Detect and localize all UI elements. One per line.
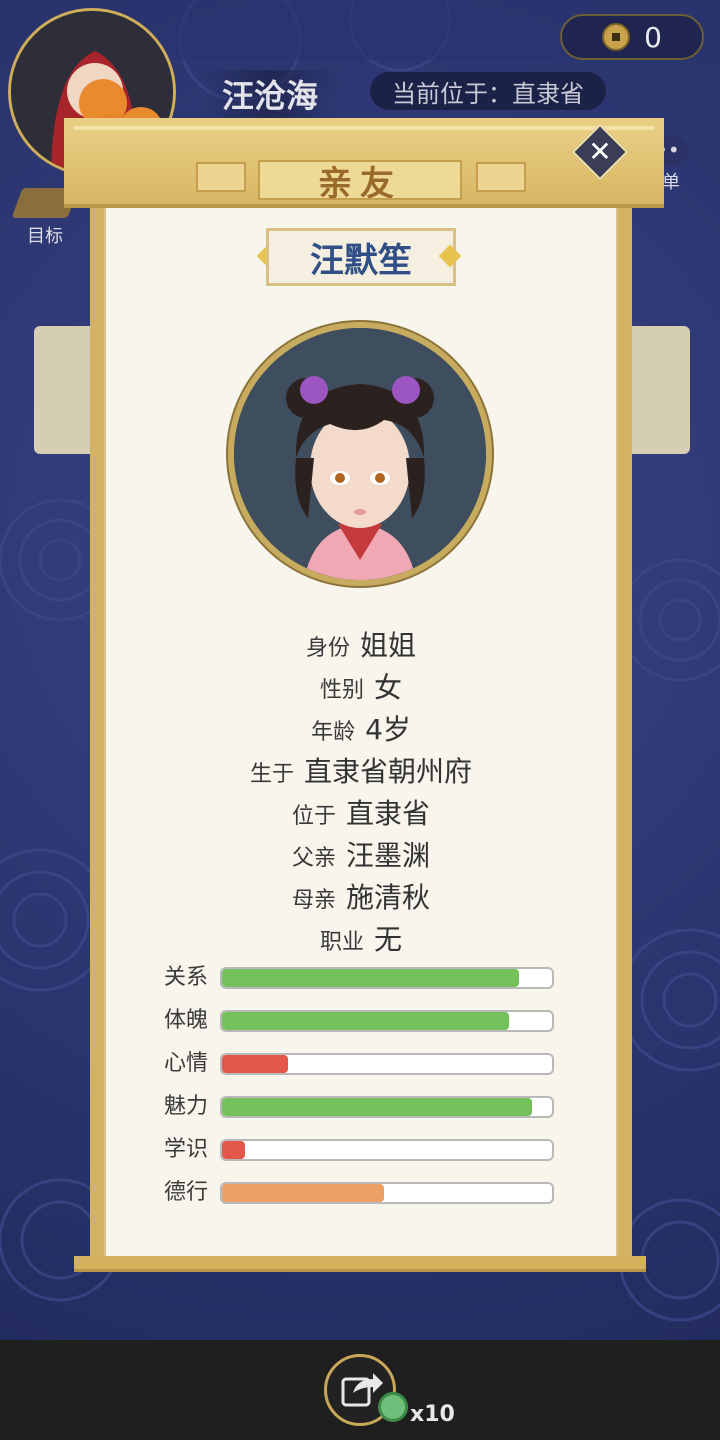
player-name: 汪沧海 [200,70,340,118]
info-value: 直隶省朝州府 [304,755,473,788]
info-label: 位于 [291,804,336,829]
info-value: 施清秋 [346,881,431,914]
header-ornament-left [196,162,246,192]
info-label: 年龄 [311,720,356,745]
coin-amount: 0 [644,20,662,54]
stat-relationship: 关系 [164,966,564,990]
stat-fill [222,1184,384,1202]
info-label: 性别 [319,678,364,703]
info-row-age: 年龄 4岁 [104,708,618,748]
stat-fill [222,969,519,987]
person-name: 汪默笙 [266,228,456,286]
close-icon: ✕ [588,135,612,168]
modal-title: 亲友 [258,160,462,204]
stat-physique: 体魄 [164,1009,564,1033]
info-value: 无 [374,923,403,956]
stat-label: 关系 [164,965,209,990]
stat-bar [220,1182,554,1204]
stat-label: 魅力 [164,1094,209,1119]
stat-label: 体魄 [164,1008,209,1033]
goal-label: 目标 [27,226,63,247]
coin-counter: 0 [560,14,704,60]
info-label: 身份 [305,636,350,661]
girl-portrait-icon [234,328,486,580]
stat-bar [220,967,554,989]
info-row-identity: 身份 姐姐 [104,624,618,664]
stat-knowledge: 学识 [164,1138,564,1162]
stat-charm: 魅力 [164,1095,564,1119]
stat-virtue: 德行 [164,1181,564,1205]
info-row-birthplace: 生于 直隶省朝州府 [104,750,618,790]
share-reward-count: x10 [410,1402,455,1427]
info-value: 4岁 [365,713,411,746]
stat-fill [222,1012,510,1030]
modal-bottom-rail [74,1256,646,1272]
info-label: 母亲 [291,888,336,913]
stat-mood: 心情 [164,1052,564,1076]
stat-label: 心情 [164,1051,209,1076]
current-location: 当前位于：直隶省 [370,72,606,110]
info-row-gender: 性别 女 [104,666,618,706]
stat-bar [220,1096,554,1118]
stat-fill [222,1098,533,1116]
info-row-location: 位于 直隶省 [104,792,618,832]
info-row-mother: 母亲 施清秋 [104,876,618,916]
stat-bar [220,1053,554,1075]
jade-token-icon [378,1392,408,1422]
stat-fill [222,1141,246,1159]
info-value: 姐姐 [360,629,417,662]
info-value: 汪墨渊 [346,839,431,872]
stat-bar [220,1139,554,1161]
info-value: 直隶省 [346,797,431,830]
stat-fill [222,1055,288,1073]
header-ornament-right [476,162,526,192]
info-row-father: 父亲 汪墨渊 [104,834,618,874]
coin-icon [602,23,631,51]
info-label: 父亲 [291,846,336,871]
info-label: 职业 [319,930,364,955]
stat-label: 学识 [164,1137,209,1162]
relative-portrait [228,322,492,586]
info-value: 女 [374,671,403,704]
stat-label: 德行 [164,1180,209,1205]
info-label: 生于 [249,762,294,787]
stat-bar [220,1010,554,1032]
info-row-occupation: 职业 无 [104,918,618,958]
